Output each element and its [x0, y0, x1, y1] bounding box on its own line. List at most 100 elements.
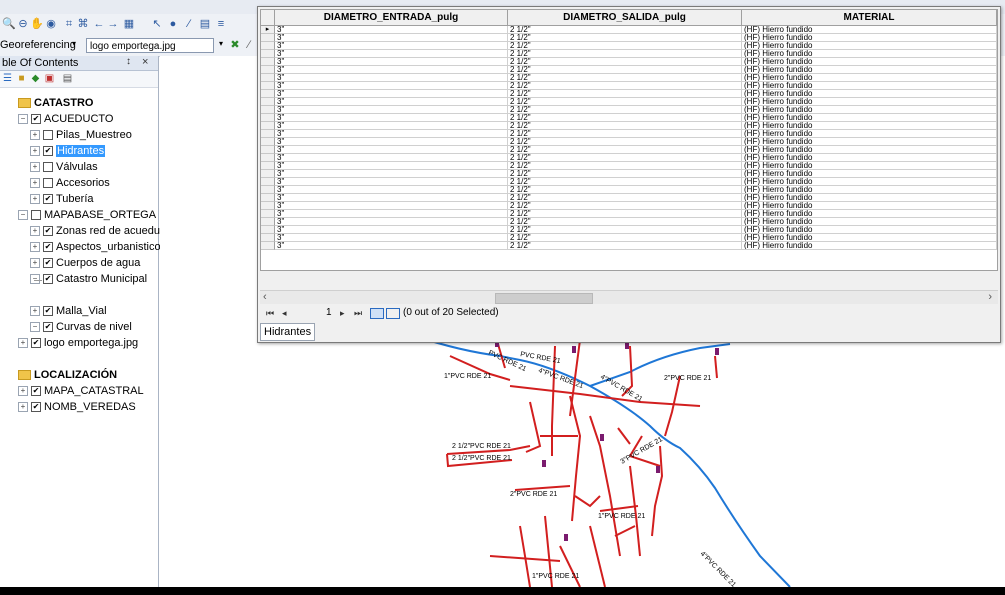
table-cell[interactable]: (HF) Hierro fundido — [742, 210, 997, 218]
table-cell[interactable]: (HF) Hierro fundido — [742, 98, 997, 106]
row-selector[interactable] — [261, 226, 275, 234]
table-cell[interactable]: (HF) Hierro fundido — [742, 34, 997, 42]
table-cell[interactable]: (HF) Hierro fundido — [742, 122, 997, 130]
row-selector[interactable] — [261, 154, 275, 162]
toc-item-acueducto[interactable]: − ✔ ACUEDUCTO — [18, 112, 113, 126]
table-cell[interactable]: 3" — [275, 42, 508, 50]
table-cell[interactable]: (HF) Hierro fundido — [742, 130, 997, 138]
attribute-grid[interactable]: DIAMETRO_ENTRADA_pulg DIAMETRO_SALIDA_pul… — [260, 9, 998, 271]
table-cell[interactable]: 3" — [275, 242, 508, 250]
measure-icon[interactable]: ∕ — [182, 17, 196, 31]
table-cell[interactable]: 2 1/2" — [508, 114, 742, 122]
expand-toggle-icon[interactable]: + — [30, 162, 40, 173]
row-selector[interactable] — [261, 42, 275, 50]
table-cell[interactable]: 2 1/2" — [508, 170, 742, 178]
table-cell[interactable]: 2 1/2" — [508, 106, 742, 114]
row-selector[interactable] — [261, 66, 275, 74]
toc-item-cuerpos-de-agua[interactable]: + ✔ Cuerpos de agua — [30, 256, 140, 270]
current-record-number[interactable]: 1 — [326, 305, 332, 321]
pin-icon[interactable]: ↕ — [126, 56, 131, 67]
row-selector[interactable]: ▸ — [261, 26, 275, 34]
toc-item-nomb-veredas[interactable]: + ✔ NOMB_VEREDAS — [18, 400, 136, 414]
table-cell[interactable]: (HF) Hierro fundido — [742, 58, 997, 66]
show-selected-records-icon[interactable] — [386, 308, 400, 319]
table-cell[interactable]: (HF) Hierro fundido — [742, 90, 997, 98]
table-cell[interactable]: (HF) Hierro fundido — [742, 114, 997, 122]
scroll-right-icon[interactable]: › — [988, 291, 992, 304]
row-selector[interactable] — [261, 186, 275, 194]
table-cell[interactable]: 3" — [275, 50, 508, 58]
table-cell[interactable]: 3" — [275, 202, 508, 210]
list-by-visibility-icon[interactable]: ◆ — [30, 73, 41, 84]
close-icon[interactable]: × — [142, 56, 148, 68]
georeferencing-dropdown-icon[interactable]: ▾ — [72, 39, 76, 48]
expand-toggle-icon[interactable]: + — [30, 306, 40, 317]
table-cell[interactable]: (HF) Hierro fundido — [742, 194, 997, 202]
toc-item-localizaci-n[interactable]: LOCALIZACIÓN — [18, 368, 117, 382]
expand-toggle-icon[interactable]: + — [30, 242, 40, 253]
row-selector[interactable] — [261, 194, 275, 202]
table-cell[interactable]: 3" — [275, 178, 508, 186]
add-control-points-icon[interactable]: ✖ — [228, 38, 242, 52]
visibility-checkbox[interactable]: ✔ — [31, 386, 41, 397]
table-cell[interactable]: 3" — [275, 98, 508, 106]
visibility-checkbox[interactable] — [31, 210, 41, 221]
row-selector[interactable] — [261, 90, 275, 98]
table-cell[interactable]: 3" — [275, 162, 508, 170]
table-cell[interactable]: 3" — [275, 138, 508, 146]
visibility-checkbox[interactable] — [43, 130, 53, 141]
toc-item-hidrantes[interactable]: + ✔ Hidrantes — [30, 144, 106, 158]
layer-select-chevron-icon[interactable]: ▾ — [219, 39, 223, 48]
table-cell[interactable]: 2 1/2" — [508, 74, 742, 82]
row-selector[interactable] — [261, 74, 275, 82]
fixed-zoom-in-icon[interactable]: ⌗ — [62, 17, 76, 31]
first-record-icon[interactable]: ⏮ — [266, 305, 274, 321]
expand-toggle-icon[interactable]: − — [30, 322, 40, 333]
expand-toggle-icon[interactable]: + — [30, 258, 40, 269]
back-arrow-icon[interactable]: ← — [92, 17, 106, 31]
table-cell[interactable]: (HF) Hierro fundido — [742, 226, 997, 234]
table-cell[interactable]: 2 1/2" — [508, 154, 742, 162]
visibility-checkbox[interactable]: ✔ — [31, 402, 41, 413]
row-selector[interactable] — [261, 242, 275, 250]
row-selector[interactable] — [261, 138, 275, 146]
table-cell[interactable]: (HF) Hierro fundido — [742, 82, 997, 90]
toc-item-zonas-red-de-acueduc[interactable]: + ✔ Zonas red de acueduc — [30, 224, 165, 238]
row-selector[interactable] — [261, 202, 275, 210]
find-icon[interactable]: ▤ — [198, 17, 212, 31]
toc-item-catastro-municipal[interactable]: − ✔ Catastro Municipal — [30, 272, 147, 286]
visibility-checkbox[interactable]: ✔ — [43, 146, 53, 157]
table-cell[interactable]: 3" — [275, 34, 508, 42]
table-cell[interactable]: 2 1/2" — [508, 202, 742, 210]
toc-item-curvas-de-nivel[interactable]: − ✔ Curvas de nivel — [30, 320, 132, 334]
visibility-checkbox[interactable]: ✔ — [43, 194, 53, 205]
pan-icon[interactable]: ✋ — [30, 17, 44, 31]
table-cell[interactable]: 3" — [275, 218, 508, 226]
next-record-icon[interactable]: ▸ — [340, 305, 345, 321]
visibility-checkbox[interactable]: ✔ — [43, 226, 53, 237]
table-cell[interactable]: 2 1/2" — [508, 26, 742, 34]
identify-icon[interactable]: ● — [166, 17, 180, 31]
table-cell[interactable]: 2 1/2" — [508, 178, 742, 186]
layout-icon[interactable]: ≡ — [214, 17, 228, 31]
toc-item-logo-emportega-jpg[interactable]: + ✔ logo emportega.jpg — [18, 336, 138, 350]
expand-toggle-icon[interactable]: + — [30, 226, 40, 237]
table-cell[interactable]: 3" — [275, 154, 508, 162]
options-icon[interactable]: ▤ — [62, 73, 73, 84]
list-by-drawing-order-icon[interactable]: ☰ — [2, 73, 13, 84]
column-header[interactable]: DIAMETRO_ENTRADA_pulg — [275, 10, 508, 26]
list-by-source-icon[interactable]: ■ — [16, 73, 27, 84]
table-cell[interactable]: (HF) Hierro fundido — [742, 242, 997, 250]
table-cell[interactable]: 3" — [275, 146, 508, 154]
show-all-records-icon[interactable] — [370, 308, 384, 319]
table-cell[interactable]: (HF) Hierro fundido — [742, 146, 997, 154]
table-cell[interactable]: 3" — [275, 114, 508, 122]
row-selector[interactable] — [261, 170, 275, 178]
table-cell[interactable]: 2 1/2" — [508, 58, 742, 66]
row-selector[interactable] — [261, 50, 275, 58]
table-cell[interactable]: (HF) Hierro fundido — [742, 154, 997, 162]
fixed-zoom-out-icon[interactable]: ⌘ — [76, 17, 90, 31]
table-cell[interactable]: (HF) Hierro fundido — [742, 106, 997, 114]
globe-icon[interactable]: ◉ — [44, 17, 58, 31]
table-cell[interactable]: 3" — [275, 210, 508, 218]
